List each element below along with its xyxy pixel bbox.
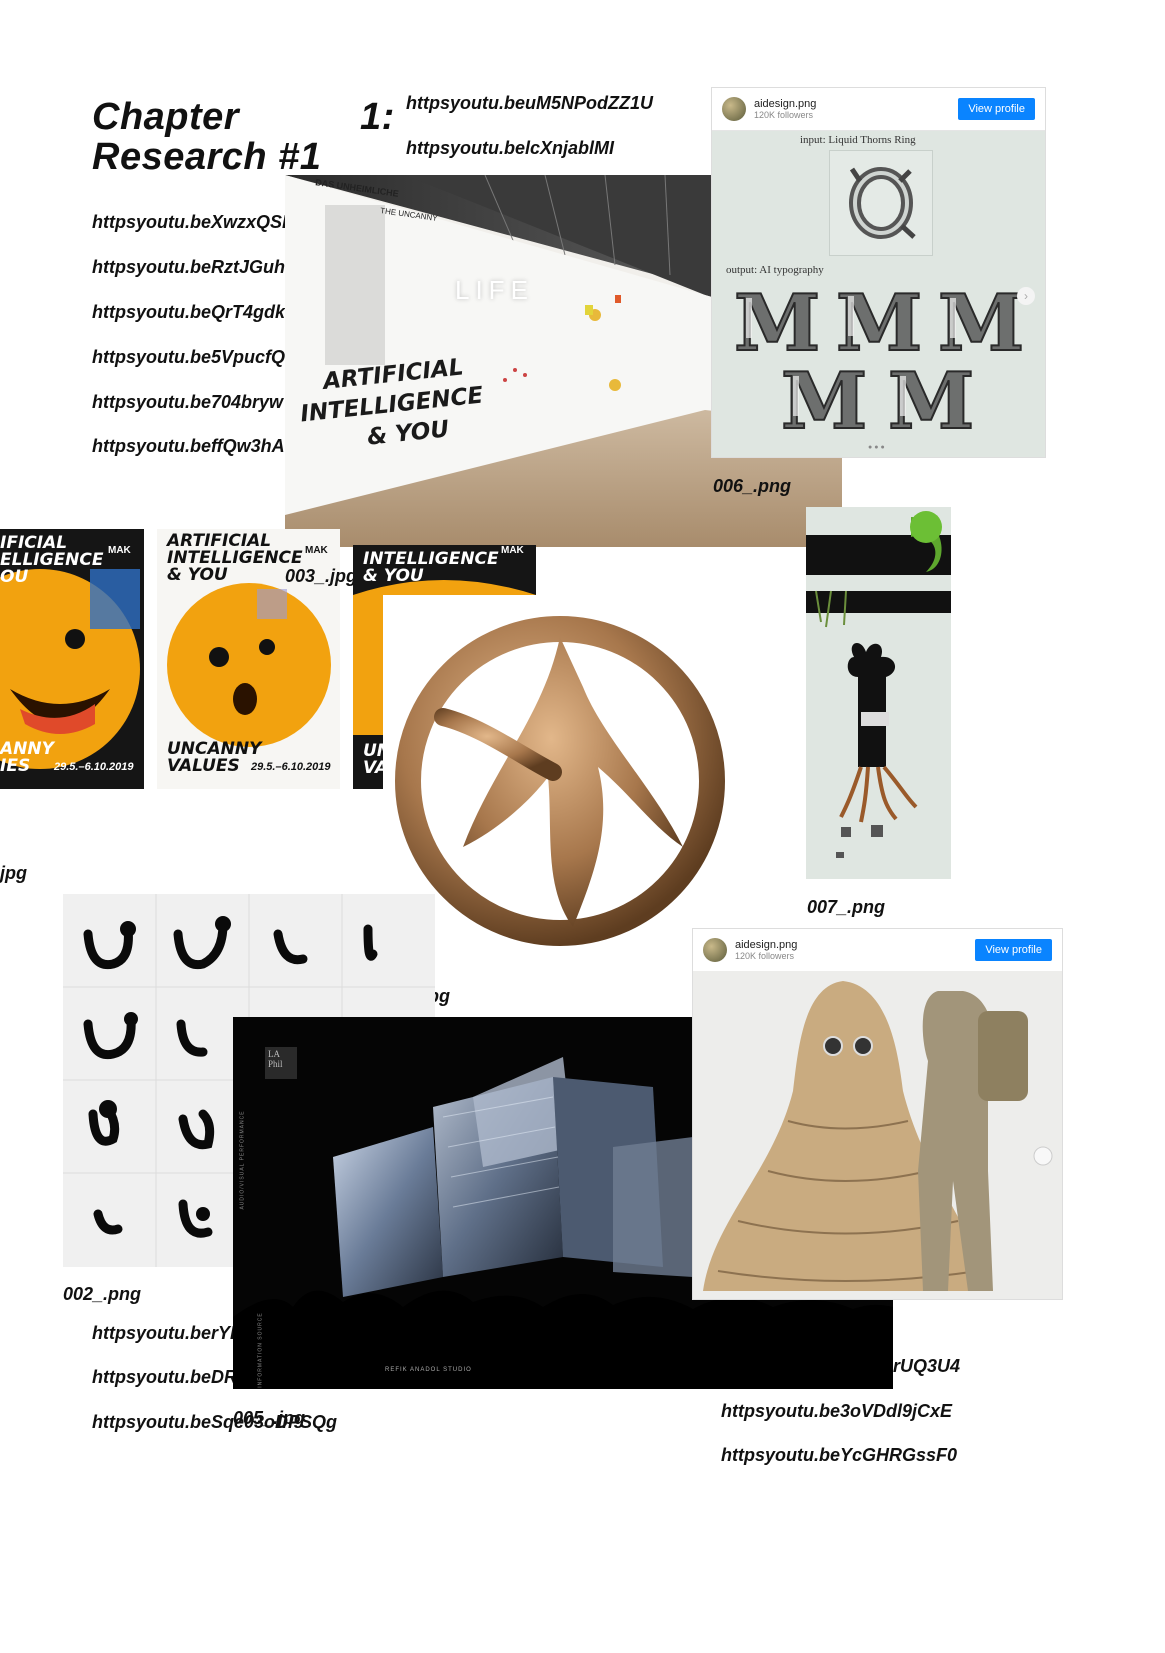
caption-007: 007_.png bbox=[807, 897, 886, 917]
follower-count: 120K followers bbox=[735, 951, 795, 961]
wall-light-text: LIFE bbox=[455, 275, 534, 305]
creatures-illustration bbox=[806, 511, 951, 858]
liquid-ring-illustration bbox=[849, 167, 916, 239]
poster-3-bottom: UN VA bbox=[353, 595, 383, 789]
youtube-link[interactable]: httpsyoutu.beRztJGuh( bbox=[92, 257, 291, 278]
poster-1: IFICIAL ELLIGENCE OU MAK ANNY IES 29.5.–… bbox=[0, 529, 144, 789]
account-name[interactable]: aidesign.png bbox=[735, 939, 797, 951]
account-name[interactable]: aidesign.png bbox=[754, 98, 816, 110]
caption-002: 002_.png bbox=[63, 1284, 142, 1304]
youtube-link[interactable]: httpsyoutu.beuM5NPodZZ1U bbox=[406, 93, 653, 114]
input-ring-image bbox=[829, 150, 933, 256]
post-header: aidesign.png 120K followers View profile bbox=[712, 88, 1045, 131]
instagram-post-006[interactable]: aidesign.png 120K followers View profile… bbox=[712, 88, 1045, 457]
chapter-number: 1: bbox=[360, 96, 395, 138]
figure-in-ring-illustration bbox=[395, 616, 725, 946]
youtube-link[interactable]: httpsyoutu.be5VpucfQI bbox=[92, 347, 290, 368]
youtube-link[interactable]: httpsyoutu.be704bryw bbox=[92, 392, 283, 413]
youtube-link[interactable]: httpsyoutu.belcXnjablMI bbox=[406, 138, 614, 159]
youtube-link[interactable]: httpsyoutu.beXwzxQSE bbox=[92, 212, 294, 233]
youtube-link[interactable]: rUQ3U4 bbox=[893, 1356, 960, 1377]
youtube-link[interactable]: httpsyoutu.be3oVDdl9jCxE bbox=[721, 1401, 952, 1422]
view-profile-button[interactable]: View profile bbox=[975, 939, 1052, 961]
post-header: aidesign.png 120K followers View profile bbox=[693, 929, 1062, 972]
caption-001: jpg bbox=[0, 863, 27, 883]
bronze-ring-sculpture bbox=[383, 597, 738, 965]
input-label: input: Liquid Thorns Ring bbox=[800, 134, 916, 146]
instagram-post-costume[interactable]: aidesign.png 120K followers View profile bbox=[693, 929, 1062, 1299]
laphil-logo: LA Phil bbox=[265, 1047, 297, 1079]
studio-credit: REFIK ANADOL STUDIO bbox=[385, 1367, 472, 1373]
caption-005: 005_.jpg bbox=[233, 1408, 306, 1428]
avatar bbox=[703, 938, 727, 962]
caption-003: 003_.jpg bbox=[285, 566, 358, 586]
youtube-link[interactable]: httpsyoutu.beQrT4gdk bbox=[92, 302, 285, 323]
caption-006: 006_.png bbox=[713, 476, 792, 496]
follower-count: 120K followers bbox=[754, 110, 814, 120]
view-profile-button[interactable]: View profile bbox=[958, 98, 1035, 120]
poster-3-top: INTELLIGENCE & YOU MAK bbox=[353, 545, 536, 595]
youtube-link[interactable]: httpsyoutu.berYF bbox=[92, 1323, 241, 1344]
next-arrow-icon[interactable]: › bbox=[1017, 287, 1035, 305]
output-label: output: AI typography bbox=[726, 264, 824, 276]
creature-poster-007 bbox=[806, 507, 951, 879]
carousel-dots-icon: ●●● bbox=[868, 444, 887, 451]
puffer-costume-illustration bbox=[693, 971, 1062, 1299]
side-caption-2: INFORMATION SOURCE bbox=[257, 1312, 264, 1388]
side-caption: AUDIO/VISUAL PERFORMANCE bbox=[239, 1110, 246, 1210]
youtube-link[interactable]: httpsyoutu.beYcGHRGssF0 bbox=[721, 1445, 957, 1466]
youtube-link[interactable]: httpsyoutu.beffQw3hA bbox=[92, 436, 285, 457]
avatar bbox=[722, 97, 746, 121]
page-title: Chapter Research #1 bbox=[92, 96, 322, 178]
youtube-link[interactable]: httpsyoutu.beDR bbox=[92, 1367, 237, 1388]
ai-typography-letters: MMM MM bbox=[733, 278, 1025, 438]
exhibition-headline: ARTIFICIAL INTELLIGENCE & YOU bbox=[299, 354, 485, 451]
